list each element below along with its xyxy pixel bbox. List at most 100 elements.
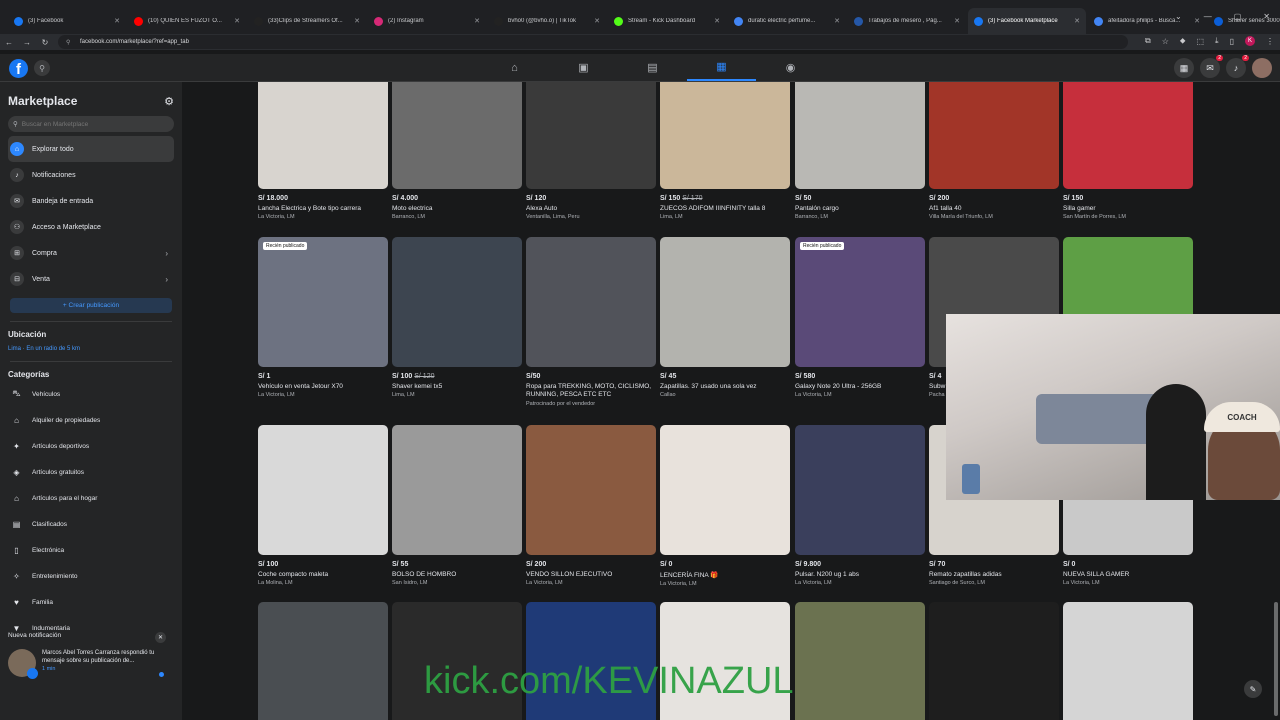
category-item[interactable]: ♥ Familia xyxy=(8,589,174,615)
listing-image[interactable] xyxy=(526,237,656,367)
listing-image[interactable] xyxy=(795,425,925,555)
sidebar-item[interactable]: ✉ Bandeja de entrada xyxy=(8,188,174,214)
listing-image[interactable] xyxy=(795,602,925,720)
listing-image[interactable] xyxy=(795,82,925,189)
scrollbar-thumb[interactable] xyxy=(1274,602,1278,716)
download-icon[interactable]: ⤓ xyxy=(1215,36,1219,46)
browser-tab[interactable]: Trabajos de mesero , Pág... ✕ xyxy=(848,8,966,34)
category-item[interactable]: ⛍ Vehículos xyxy=(8,381,174,407)
marketplace-icon[interactable]: ▦ xyxy=(687,54,756,81)
listing-card[interactable]: Recién publicado S/ 580 Galaxy Note 20 Ult… xyxy=(795,237,925,398)
tab-close-icon[interactable]: ✕ xyxy=(834,17,840,25)
listing-image[interactable] xyxy=(526,82,656,189)
category-item[interactable]: ▯ Electrónica xyxy=(8,537,174,563)
listing-image[interactable] xyxy=(526,425,656,555)
facebook-logo-icon[interactable]: f xyxy=(9,59,28,78)
menu-kebab-icon[interactable]: ⋮ xyxy=(1266,37,1274,46)
category-item[interactable]: ▤ Clasificados xyxy=(8,511,174,537)
notifications-bell-icon[interactable]: ♪ 2 xyxy=(1226,55,1249,78)
sidebar-panel-icon[interactable]: ▯ xyxy=(1230,37,1234,46)
listing-card[interactable]: S/ 18.000 Lancha Electrica y Bote tipo ca… xyxy=(258,82,388,220)
listing-card[interactable]: S/ 0 LENCERÍA FINA 🎁 La Victoria, LM xyxy=(660,425,790,587)
listing-card[interactable]: S/ 4.000 Moto electrica Barranco, LM xyxy=(392,82,522,220)
listing-card[interactable] xyxy=(795,602,925,720)
listing-image[interactable] xyxy=(660,425,790,555)
location-filter-link[interactable]: Lima · En un radio de 5 km xyxy=(8,346,174,352)
gaming-icon[interactable]: ◉ xyxy=(756,54,825,81)
listing-card[interactable] xyxy=(1063,602,1193,720)
listing-card[interactable]: S/ 100 Coche compacto maleta La Molina, LM xyxy=(258,425,388,586)
account-avatar[interactable] xyxy=(1252,58,1272,78)
compose-icon[interactable]: ✎ xyxy=(1244,680,1262,698)
category-item[interactable]: ✧ Entretenimiento xyxy=(8,563,174,589)
browser-tab[interactable]: Stream - Kick Dashboard ✕ xyxy=(608,8,726,34)
tab-close-icon[interactable]: ✕ xyxy=(714,17,720,25)
listing-image[interactable] xyxy=(1063,82,1193,189)
browser-tab[interactable]: duratic electric perfume... ✕ xyxy=(728,8,846,34)
create-listing-button[interactable]: + Crear publicación xyxy=(10,298,172,313)
forward-button[interactable]: → xyxy=(18,38,36,47)
listing-card[interactable]: S/ 55 BOLSO DE HOMBRO San Isidro, LM xyxy=(392,425,522,586)
category-item[interactable]: ◈ Artículos gratuitos xyxy=(8,459,174,485)
listing-image[interactable]: Recién publicado xyxy=(795,237,925,367)
tab-close-icon[interactable]: ✕ xyxy=(234,17,240,25)
browser-tab[interactable]: (33)Clips de Streamers Of... ✕ xyxy=(248,8,366,34)
listing-image[interactable] xyxy=(929,82,1059,189)
browser-tab[interactable]: (10) QUIEN ES FUZOT O... ✕ xyxy=(128,8,246,34)
browser-tab[interactable]: (3) Facebook Marketplace ✕ xyxy=(968,8,1086,34)
messenger-icon[interactable]: ✉ 2 xyxy=(1200,55,1223,78)
site-info-icon[interactable]: ⚲ xyxy=(66,39,74,46)
listing-image[interactable] xyxy=(660,237,790,367)
reload-button[interactable]: ↻ xyxy=(36,38,54,47)
browser-tab[interactable]: (3) Facebook ✕ xyxy=(8,8,126,34)
listing-card[interactable]: S/ 150 S/ 170 ZUECOS ADIFOM IIINFINITY tal… xyxy=(660,82,790,220)
tab-close-icon[interactable]: ✕ xyxy=(954,17,960,25)
listing-card[interactable]: Recién publicado S/ 1 Vehículo en venta Je… xyxy=(258,237,388,398)
minimize-button[interactable]: — xyxy=(1204,12,1212,21)
listing-card[interactable]: S/ 45 Zapatillas. 37 usado una sola vez Ca… xyxy=(660,237,790,398)
sidebar-item[interactable]: ⚇ Acceso a Marketplace xyxy=(8,214,174,240)
browser-tab[interactable]: bvho0 (@bvho.o) | TikTok ✕ xyxy=(488,8,606,34)
listing-card[interactable]: S/50 Ropa para TREKKING, MOTO, CICLISMO, … xyxy=(526,237,656,407)
listing-image[interactable] xyxy=(1063,602,1193,720)
listing-card[interactable]: S/ 120 Alexa Auto Ventanilla, Lima, Peru xyxy=(526,82,656,220)
search-icon[interactable]: ⚲ xyxy=(34,60,50,76)
menu-grid-icon[interactable]: ▦ xyxy=(1174,58,1194,78)
listing-card[interactable]: S/ 200 Af1 talla 40 Villa María del Triunf… xyxy=(929,82,1059,220)
home-icon[interactable]: ⌂ xyxy=(480,54,549,81)
listing-card[interactable]: S/ 200 VENDO SILLON EJECUTIVO La Victoria,… xyxy=(526,425,656,586)
listing-card[interactable]: S/ 50 Pantalón cargo Barranco, LM xyxy=(795,82,925,220)
listing-image[interactable] xyxy=(392,82,522,189)
close-window-button[interactable]: ✕ xyxy=(1263,12,1270,21)
url-field[interactable]: ⚲ facebook.com/marketplace/?ref=app_tab xyxy=(58,35,1128,49)
listing-card[interactable] xyxy=(258,602,388,720)
category-item[interactable]: ✦ Artículos deportivos xyxy=(8,433,174,459)
tab-close-icon[interactable]: ✕ xyxy=(594,17,600,25)
tab-close-icon[interactable]: ✕ xyxy=(354,17,360,25)
close-icon[interactable]: ✕ xyxy=(155,632,166,643)
listing-card[interactable] xyxy=(929,602,1059,720)
scrollbar[interactable] xyxy=(1272,82,1280,720)
extension-icon[interactable]: ⬥ xyxy=(1180,36,1186,46)
marketplace-search-input[interactable] xyxy=(21,120,162,128)
listing-image[interactable] xyxy=(258,425,388,555)
groups-icon[interactable]: ▤ xyxy=(618,54,687,81)
category-item[interactable]: ⌂ Alquiler de propiedades xyxy=(8,407,174,433)
tab-close-icon[interactable]: ✕ xyxy=(474,17,480,25)
listing-image[interactable]: Recién publicado xyxy=(258,237,388,367)
sidebar-item[interactable]: ⊟ Venta › xyxy=(8,266,174,292)
video-icon[interactable]: ▣ xyxy=(549,54,618,81)
tab-close-icon[interactable]: ✕ xyxy=(1074,17,1080,25)
listing-image[interactable] xyxy=(258,602,388,720)
listing-image[interactable] xyxy=(660,82,790,189)
install-icon[interactable]: ⧉ xyxy=(1145,36,1151,46)
listing-card[interactable]: S/ 150 Silla gamer San Martín de Porres, L… xyxy=(1063,82,1193,220)
tab-close-icon[interactable]: ✕ xyxy=(114,17,120,25)
listing-image[interactable] xyxy=(258,82,388,189)
extensions-puzzle-icon[interactable]: ⬚ xyxy=(1196,37,1204,46)
listing-image[interactable] xyxy=(392,237,522,367)
listing-image[interactable] xyxy=(392,425,522,555)
sidebar-item[interactable]: ♪ Notificaciones xyxy=(8,162,174,188)
sidebar-item[interactable]: ⊞ Compra › xyxy=(8,240,174,266)
listing-image[interactable] xyxy=(929,602,1059,720)
